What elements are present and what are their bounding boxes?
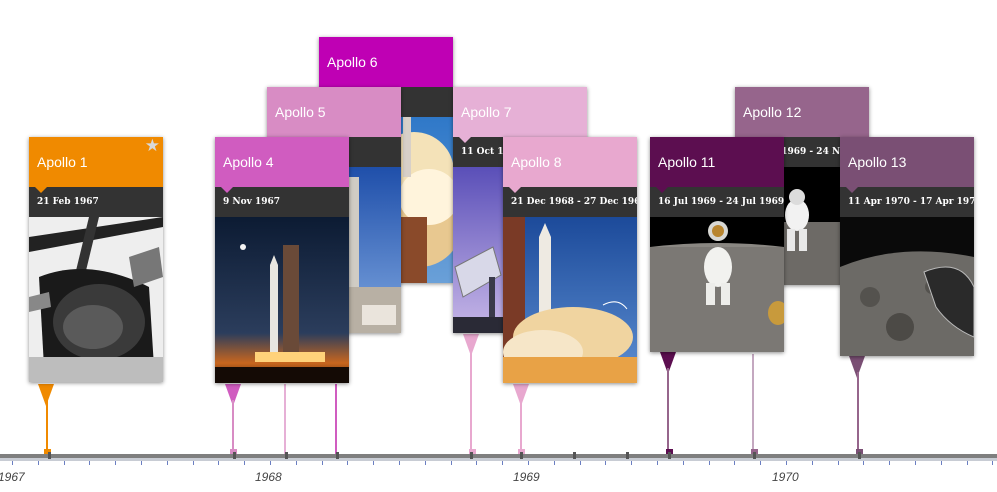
event-stem <box>857 372 859 454</box>
event-card-apollo-11[interactable]: Apollo 11 16 Jul 1969 - 24 Jul 1969 <box>650 137 784 352</box>
event-date: 21 Feb 1967 <box>29 187 163 217</box>
event-card-apollo-1[interactable]: Apollo 1 ★ 21 Feb 1967 <box>29 137 163 382</box>
event-photo <box>503 217 637 383</box>
year-label-1967: 1967 <box>0 470 25 484</box>
event-title: Apollo 11 <box>650 137 784 193</box>
axis-marker <box>520 452 523 459</box>
timeline-axis-band <box>0 458 997 461</box>
event-photo <box>29 217 163 382</box>
axis-tick <box>657 461 658 465</box>
axis-tick <box>425 461 426 465</box>
axis-tick <box>244 461 245 465</box>
axis-tick <box>631 461 632 465</box>
event-title: Apollo 8 <box>503 137 637 193</box>
axis-tick <box>992 461 993 465</box>
event-photo <box>650 217 784 352</box>
event-stem <box>284 384 286 454</box>
axis-tick <box>193 461 194 465</box>
axis-marker <box>285 452 288 459</box>
axis-tick <box>863 461 864 465</box>
axis-marker <box>753 452 756 459</box>
event-card-apollo-13[interactable]: Apollo 13 11 Apr 1970 - 17 Apr 1970 <box>840 137 974 356</box>
axis-tick <box>167 461 168 465</box>
axis-tick <box>683 461 684 465</box>
axis-tick <box>709 461 710 465</box>
event-stem <box>335 384 337 454</box>
event-title: Apollo 1 <box>29 137 163 193</box>
axis-tick <box>915 461 916 465</box>
axis-tick <box>322 461 323 465</box>
event-title: Apollo 13 <box>840 137 974 193</box>
event-stem <box>667 368 669 454</box>
axis-marker <box>233 452 236 459</box>
axis-tick <box>296 461 297 465</box>
axis-tick <box>528 461 529 465</box>
axis-tick <box>554 461 555 465</box>
event-card-apollo-4[interactable]: Apollo 4 9 Nov 1967 <box>215 137 349 383</box>
axis-tick <box>451 461 452 465</box>
axis-tick <box>941 461 942 465</box>
axis-tick <box>12 461 13 465</box>
axis-tick <box>760 461 761 465</box>
event-title: Apollo 6 <box>319 37 453 93</box>
event-title: Apollo 4 <box>215 137 349 193</box>
axis-tick <box>141 461 142 465</box>
axis-tick <box>270 461 271 465</box>
axis-tick <box>476 461 477 465</box>
axis-marker <box>470 452 473 459</box>
event-date: 21 Dec 1968 - 27 Dec 1968 <box>503 187 637 217</box>
event-card-apollo-8[interactable]: Apollo 8 21 Dec 1968 - 27 Dec 1968 <box>503 137 637 383</box>
axis-marker <box>626 452 629 459</box>
event-title: Apollo 12 <box>735 87 869 143</box>
event-stem <box>46 400 48 454</box>
axis-tick <box>812 461 813 465</box>
axis-tick <box>889 461 890 465</box>
axis-tick <box>967 461 968 465</box>
axis-tick <box>605 461 606 465</box>
axis-marker <box>48 452 51 459</box>
year-label-1968: 1968 <box>255 470 282 484</box>
event-title: Apollo 5 <box>267 87 401 143</box>
axis-marker <box>336 452 339 459</box>
event-photo <box>215 217 349 383</box>
event-photo <box>840 217 974 356</box>
axis-tick <box>580 461 581 465</box>
axis-tick <box>786 461 787 465</box>
axis-tick <box>218 461 219 465</box>
axis-tick <box>347 461 348 465</box>
axis-tick <box>89 461 90 465</box>
timeline[interactable]: Apollo 6 Apollo 5 22 Jan 1968 <box>0 0 997 492</box>
axis-marker <box>668 452 671 459</box>
event-date: 11 Apr 1970 - 17 Apr 1970 <box>840 187 974 217</box>
axis-tick <box>734 461 735 465</box>
year-label-1970: 1970 <box>772 470 799 484</box>
axis-marker <box>858 452 861 459</box>
event-stem <box>752 354 754 454</box>
event-stem <box>470 350 472 454</box>
axis-tick <box>399 461 400 465</box>
axis-tick <box>115 461 116 465</box>
axis-tick <box>838 461 839 465</box>
event-stem <box>232 400 234 454</box>
axis-tick <box>373 461 374 465</box>
axis-tick <box>502 461 503 465</box>
year-label-1969: 1969 <box>513 470 540 484</box>
axis-tick <box>64 461 65 465</box>
event-date: 9 Nov 1967 <box>215 187 349 217</box>
axis-marker <box>573 452 576 459</box>
star-icon[interactable]: ★ <box>145 137 160 155</box>
event-title: Apollo 7 <box>453 87 587 143</box>
event-stem <box>520 400 522 454</box>
event-date: 16 Jul 1969 - 24 Jul 1969 <box>650 187 784 217</box>
axis-tick <box>38 461 39 465</box>
